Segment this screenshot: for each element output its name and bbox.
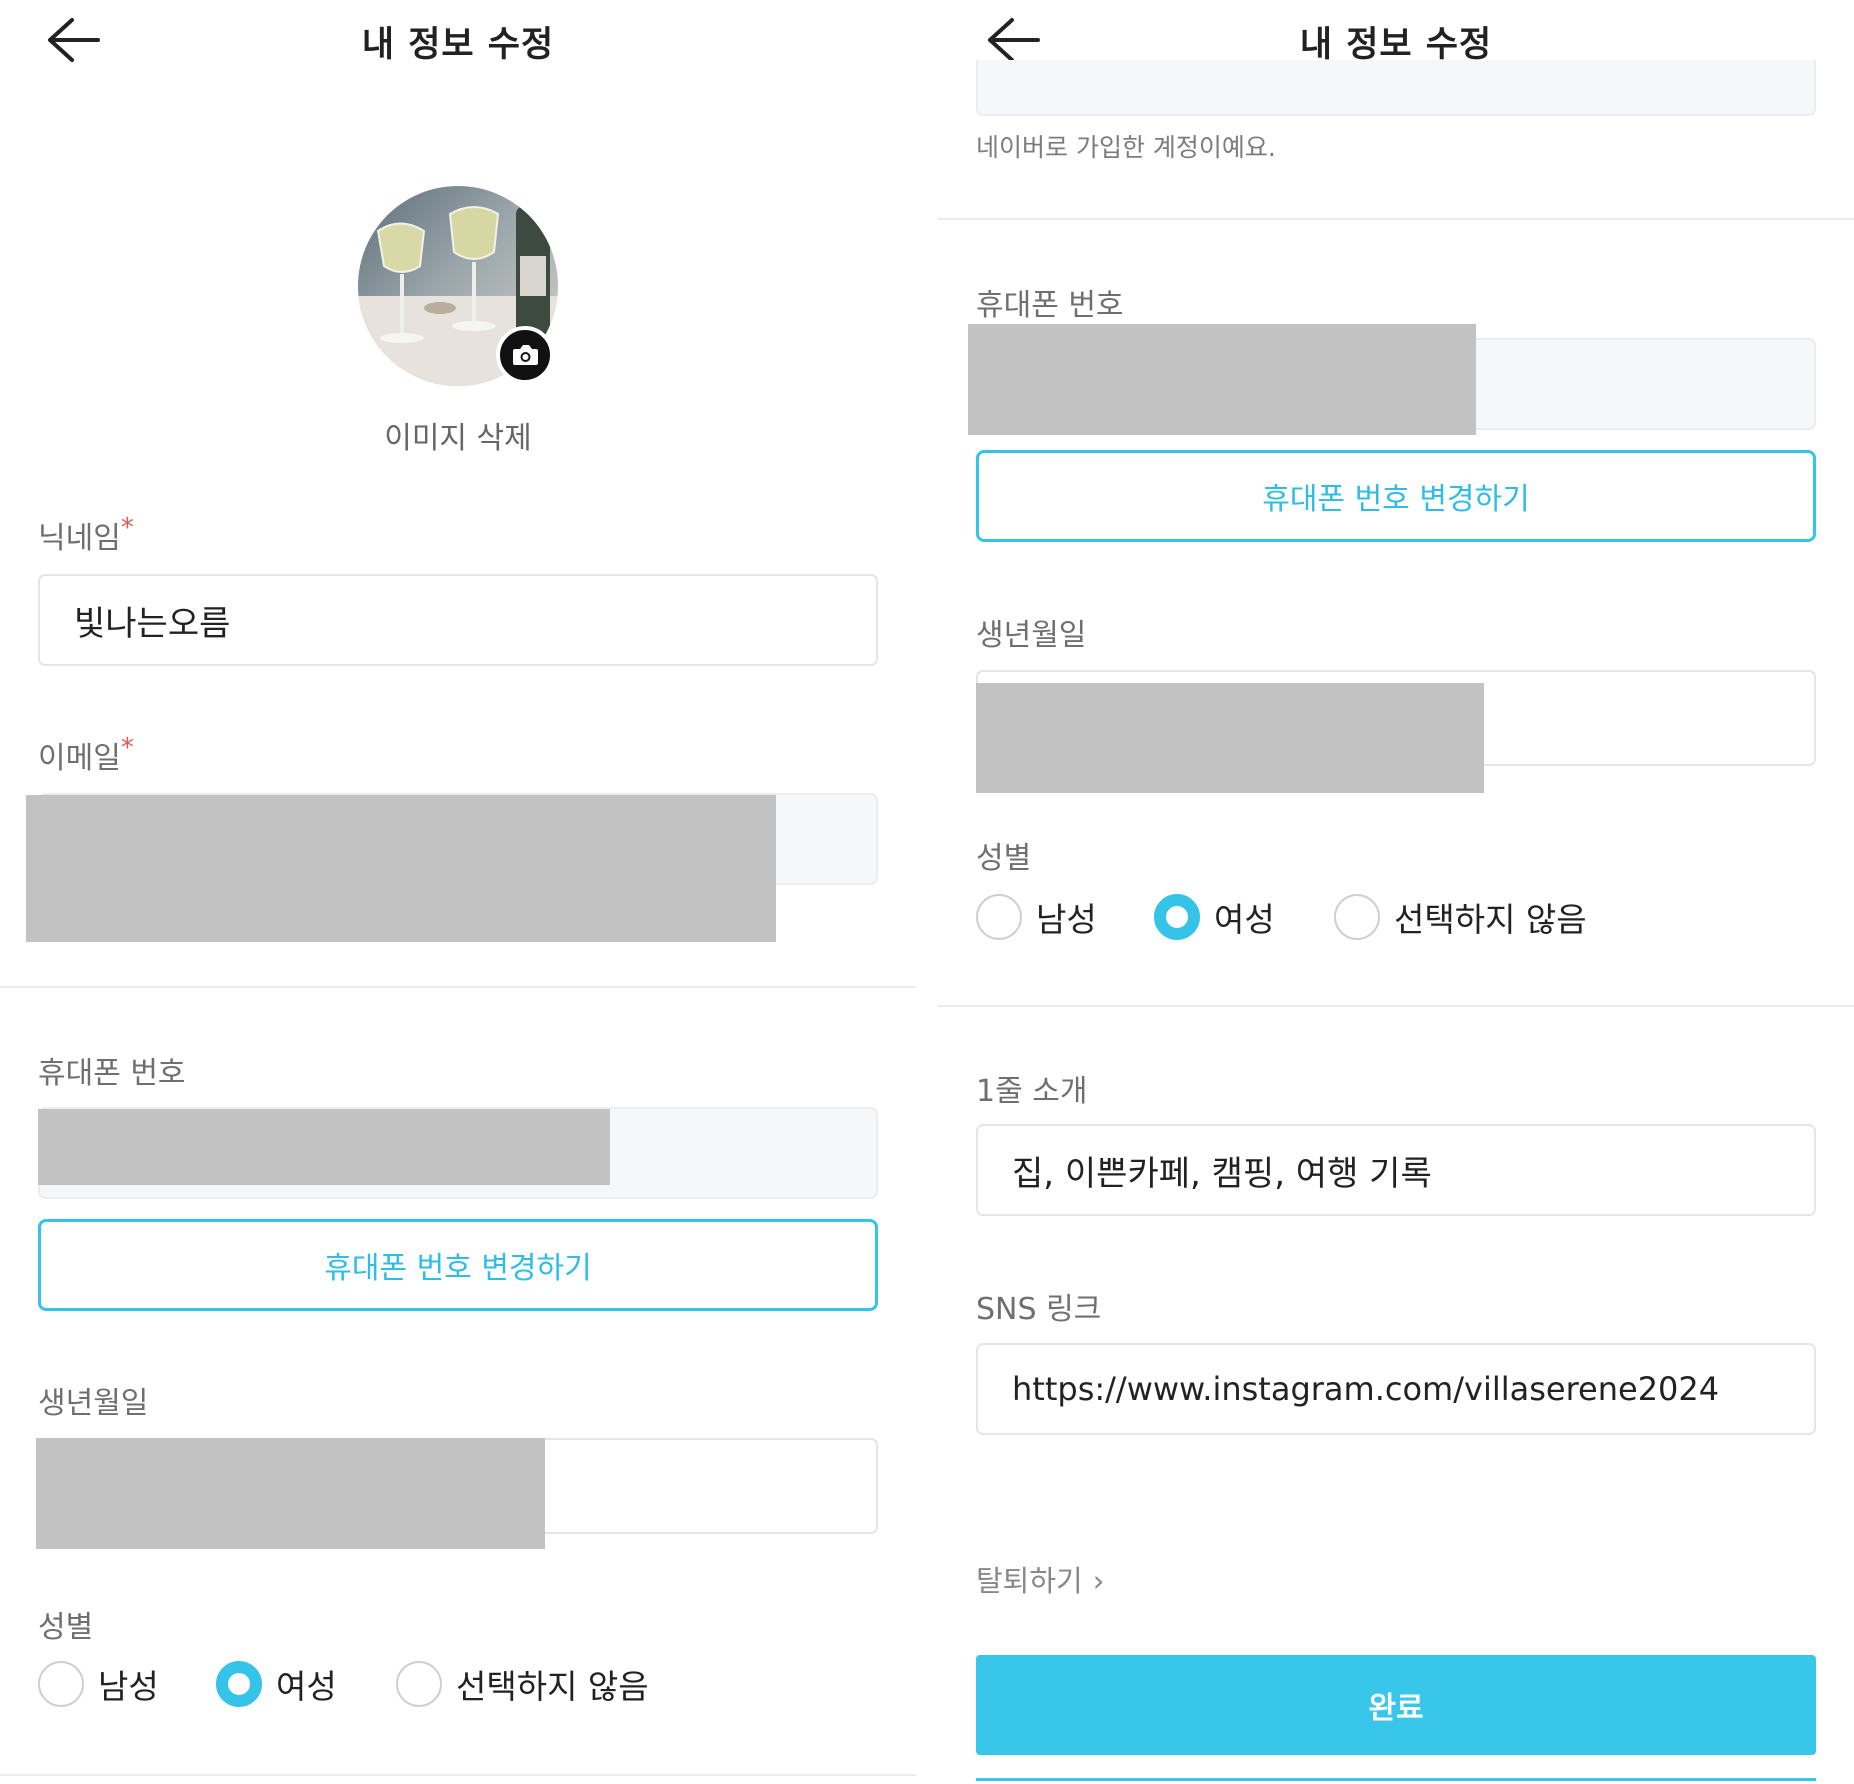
radio-unchecked-icon (976, 894, 1022, 940)
gender-option-none[interactable]: 선택하지 않음 (1334, 893, 1587, 941)
radio-checked-icon (1154, 894, 1200, 940)
camera-icon[interactable] (496, 326, 554, 384)
nickname-label: 닉네임* (38, 513, 134, 556)
gender-label: 성별 (38, 1610, 94, 1645)
bio-label: 1줄 소개 (976, 1074, 1088, 1109)
birthdate-label: 생년월일 (976, 618, 1087, 653)
radio-unchecked-icon (1334, 894, 1380, 940)
required-mark: * (120, 513, 134, 543)
section-divider (938, 218, 1854, 220)
page-title: 내 정보 수정 (361, 25, 555, 65)
change-phone-button[interactable]: 휴대폰 번호 변경하기 (38, 1219, 878, 1311)
phone-label: 휴대폰 번호 (38, 1056, 186, 1091)
phone-redaction (38, 1109, 610, 1185)
screen-top: 내 정보 수정 이미지 삭제 닉네임* 빛나는오름 이메일* 휴대폰 번호 휴대… (0, 0, 916, 1784)
bio-input[interactable]: 집, 이쁜카페, 캠핑, 여행 기록 (976, 1124, 1816, 1216)
gender-option-male[interactable]: 남성 (38, 1660, 159, 1708)
gender-radio-group: 남성 여성 선택하지 않음 (38, 1660, 858, 1710)
radio-unchecked-icon (396, 1661, 442, 1707)
email-redaction (26, 795, 776, 942)
required-mark: * (120, 733, 134, 763)
change-phone-button[interactable]: 휴대폰 번호 변경하기 (976, 450, 1816, 542)
gender-option-none[interactable]: 선택하지 않음 (396, 1660, 649, 1708)
email-helper-text: 네이버로 가입한 계정이예요. (976, 133, 1276, 162)
nickname-input[interactable]: 빛나는오름 (38, 574, 878, 666)
radio-unchecked-icon (38, 1661, 84, 1707)
section-divider (938, 1005, 1854, 1007)
withdraw-link[interactable]: 탈퇴하기 › (976, 1558, 1104, 1600)
screen-bottom: 내 정보 수정 네이버로 가입한 계정이예요. 휴대폰 번호 휴대폰 번호 변경… (938, 0, 1854, 1784)
gender-option-female[interactable]: 여성 (216, 1660, 337, 1708)
delete-image-link[interactable]: 이미지 삭제 (0, 413, 916, 457)
gender-label: 성별 (976, 841, 1032, 876)
bottom-accent-bar (976, 1778, 1816, 1781)
phone-redaction (968, 324, 1476, 435)
sns-label: SNS 링크 (976, 1292, 1102, 1327)
radio-checked-icon (216, 1661, 262, 1707)
birthdate-redaction (976, 683, 1484, 793)
section-divider (0, 1774, 916, 1776)
chevron-right-icon: › (1092, 1564, 1105, 1598)
email-label: 이메일* (38, 733, 134, 776)
gender-option-male[interactable]: 남성 (976, 893, 1097, 941)
section-divider (0, 986, 916, 988)
sns-link-input[interactable]: https://www.instagram.com/villaserene202… (976, 1343, 1816, 1435)
birthdate-label: 생년월일 (38, 1386, 149, 1421)
phone-label: 휴대폰 번호 (976, 288, 1124, 323)
gender-radio-group: 남성 여성 선택하지 않음 (976, 893, 1796, 943)
birthdate-redaction (36, 1438, 545, 1549)
submit-button[interactable]: 완료 (976, 1655, 1816, 1755)
gender-option-female[interactable]: 여성 (1154, 893, 1275, 941)
email-field (976, 60, 1816, 116)
